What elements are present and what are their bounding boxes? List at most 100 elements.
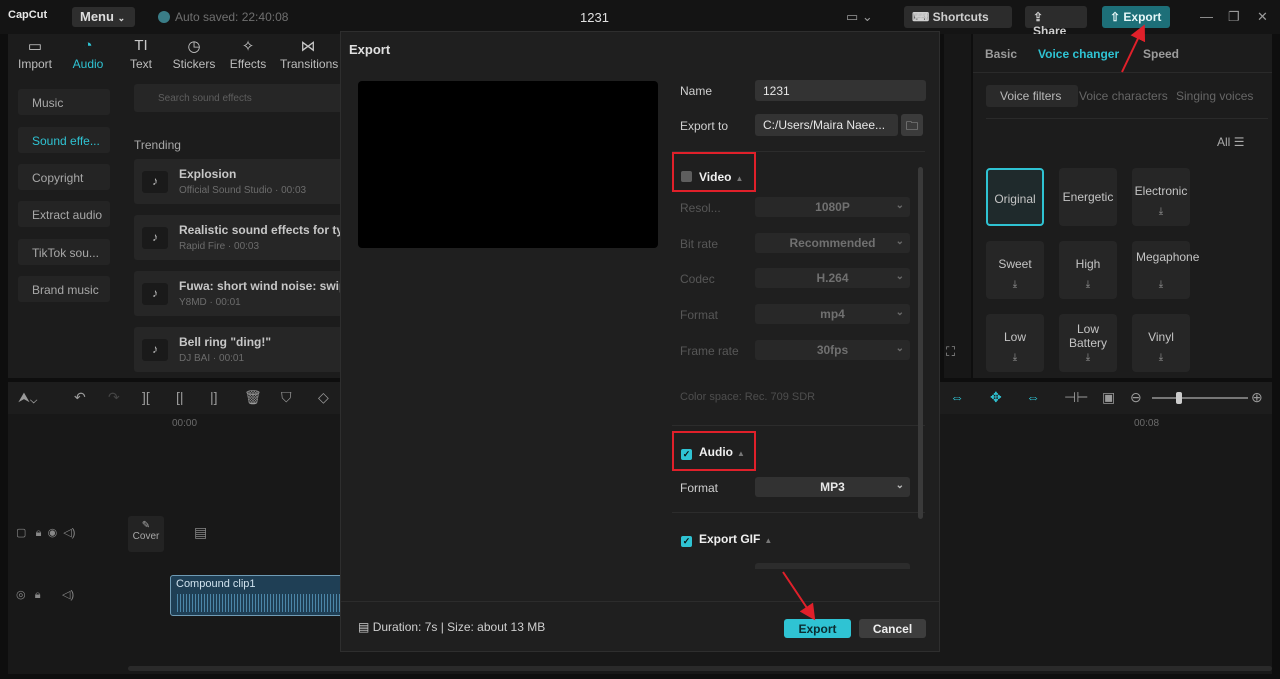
gif-checkbox[interactable]: ✓ — [681, 536, 692, 547]
name-field[interactable]: 1231 — [755, 80, 926, 101]
track-frame-icon[interactable]: ▢ — [16, 527, 26, 539]
shortcuts-button[interactable]: ⌨ Shortcuts — [904, 6, 1012, 28]
autosave-status: Auto saved: 22:40:08 — [158, 10, 288, 24]
sound-meta: Y8MD · 00:01 — [179, 297, 241, 308]
align-icon[interactable]: ⊣⊢ — [1064, 389, 1088, 406]
voice-label: Vinyl — [1148, 330, 1174, 344]
link-icon[interactable]: ⇔ — [950, 389, 964, 405]
filter-all-button[interactable]: All ☰ — [1217, 135, 1244, 149]
category-sound-effects[interactable]: Sound effe... — [18, 127, 110, 153]
voice-card[interactable]: Original — [986, 168, 1044, 226]
ruler-tick: 00:08 — [1134, 418, 1160, 429]
audio-format-select[interactable]: MP3 ⌄ — [755, 477, 910, 497]
zoom-out-icon[interactable]: ⊖ — [1130, 389, 1142, 406]
zoom-slider[interactable] — [1152, 397, 1248, 399]
redo-icon[interactable]: ↷ — [108, 389, 120, 406]
shield-icon[interactable]: ◇ — [318, 389, 329, 406]
tab-voice-changer[interactable]: Voice changer — [1038, 47, 1119, 61]
export-dialog: Export Name 1231 Export to C:/Users/Mair… — [340, 31, 940, 652]
gif-option-partial — [755, 563, 910, 569]
audio-section-toggle[interactable]: ✓ Audio ▲ — [681, 445, 745, 460]
tab-speed[interactable]: Speed — [1143, 47, 1179, 61]
text-icon: TI — [134, 37, 148, 54]
eye-icon[interactable]: ◉ — [48, 527, 58, 539]
magnet-icon[interactable]: ✥ — [990, 389, 1002, 406]
tab-stickers[interactable]: ◷ Stickers — [171, 37, 217, 71]
music-note-icon: ♪ — [142, 339, 168, 361]
maximize-icon[interactable]: ❐ — [1228, 9, 1240, 25]
voice-card[interactable]: Low ⤓ — [986, 314, 1044, 372]
voice-card[interactable]: High ⤓ — [1059, 241, 1117, 299]
lock-icon[interactable]: 🔒︎ — [36, 527, 42, 539]
voice-card[interactable]: Vinyl ⤓ — [1132, 314, 1190, 372]
subtab-voice-filters[interactable]: Voice filters — [986, 85, 1078, 107]
export-top-button[interactable]: ⇧ Export — [1102, 6, 1170, 28]
speaker-icon[interactable]: ◁) — [62, 589, 74, 601]
search-input[interactable]: Search sound effects — [134, 84, 348, 112]
cancel-button[interactable]: Cancel — [859, 619, 926, 638]
export-button[interactable]: Export — [784, 619, 851, 638]
split-icon[interactable]: ][ — [142, 389, 150, 405]
minimize-icon[interactable]: — — [1200, 9, 1213, 24]
menu-button[interactable]: Menu ⌄ — [72, 7, 135, 27]
tab-audio[interactable]: ◔ Audio — [65, 37, 111, 71]
subtab-singing-voices[interactable]: Singing voices — [1176, 85, 1253, 107]
category-extract-audio[interactable]: Extract audio — [18, 201, 110, 227]
export-path-field[interactable]: C:/Users/Maira Naee... — [755, 114, 898, 136]
fullscreen-icon[interactable]: ⛶ — [946, 344, 955, 360]
tab-text[interactable]: TI Text — [118, 37, 164, 71]
download-icon: ⤓ — [1158, 206, 1164, 217]
list-item[interactable]: ♪ Explosion Official Sound Studio · 00:03 — [134, 159, 348, 204]
voice-card[interactable]: Sweet ⤓ — [986, 241, 1044, 299]
split-right-icon[interactable]: |] — [210, 389, 218, 405]
preview-icon[interactable]: ▣ — [1102, 389, 1115, 406]
delete-icon[interactable]: 🗑 — [244, 389, 262, 406]
dialog-scrollbar[interactable] — [918, 167, 923, 519]
list-item[interactable]: ♪ Realistic sound effects for ty Rapid Fir… — [134, 215, 348, 260]
audio-track-controls: ◎ 🔒︎ ◁) — [16, 588, 74, 602]
divider — [672, 425, 925, 426]
audio-track-icon[interactable]: ◎ — [16, 589, 26, 601]
voice-card[interactable]: Electronic ⤓ — [1132, 168, 1190, 226]
tab-basic[interactable]: Basic — [985, 47, 1017, 61]
timeline-scrollbar[interactable] — [128, 666, 1272, 671]
frame-rate-label: Frame rate — [680, 344, 739, 358]
video-section-toggle[interactable]: Video ▲ — [681, 170, 743, 184]
zoom-in-icon[interactable]: ⊕ — [1251, 389, 1263, 406]
split-left-icon[interactable]: [| — [176, 389, 184, 405]
video-checkbox[interactable] — [681, 171, 692, 182]
check-icon — [158, 11, 170, 23]
category-tiktok-sounds[interactable]: TikTok sou... — [18, 239, 110, 265]
voice-card[interactable]: Megaphone ⤓ — [1132, 241, 1199, 299]
subtab-voice-characters[interactable]: Voice characters — [1079, 85, 1168, 107]
voice-card[interactable]: Low Battery ⤓ — [1059, 314, 1117, 372]
category-music[interactable]: Music — [18, 89, 110, 115]
tab-transitions[interactable]: ⋈ Transitions — [280, 37, 338, 71]
voice-card[interactable]: Energetic — [1059, 168, 1117, 226]
select-icon[interactable]: ⮝⌄ — [18, 389, 37, 406]
tab-import[interactable]: ▭ Import — [12, 37, 58, 71]
speaker-icon[interactable]: ◁) — [63, 527, 75, 539]
close-icon[interactable]: ✕ — [1257, 9, 1268, 25]
player-edge: ⛶ — [944, 34, 971, 378]
cover-button[interactable]: ✎ Cover — [128, 516, 164, 552]
share-button[interactable]: ⇪ Share — [1025, 6, 1087, 38]
divider — [973, 72, 1272, 73]
list-item[interactable]: ♪ Fuwa: short wind noise: swip Y8MD · 00:0… — [134, 271, 348, 316]
zoom-handle[interactable] — [1176, 392, 1182, 404]
folder-icon[interactable]: 🗀 — [901, 114, 923, 136]
tab-effects[interactable]: ✧ Effects — [225, 37, 271, 71]
lock-icon[interactable]: 🔒︎ — [35, 589, 41, 601]
category-brand-music[interactable]: Brand music — [18, 276, 110, 302]
compound-clip[interactable]: Compound clip1 — [170, 575, 350, 616]
snap-icon[interactable]: ⇔ — [1026, 389, 1040, 405]
audio-checkbox[interactable]: ✓ — [681, 449, 692, 460]
layout-icon[interactable]: ▭ ⌄ — [846, 9, 873, 25]
caret-up-icon: ▲ — [737, 449, 745, 458]
gif-section-toggle[interactable]: ✓ Export GIF ▲ — [681, 532, 772, 547]
category-copyright[interactable]: Copyright — [18, 164, 110, 190]
list-item[interactable]: ♪ Bell ring "ding!" DJ BAI · 00:01 — [134, 327, 348, 372]
undo-icon[interactable]: ↶ — [74, 389, 86, 406]
marker-icon[interactable]: ⛉ — [281, 389, 292, 406]
codec-select: H.264 ⌄ — [755, 268, 910, 288]
